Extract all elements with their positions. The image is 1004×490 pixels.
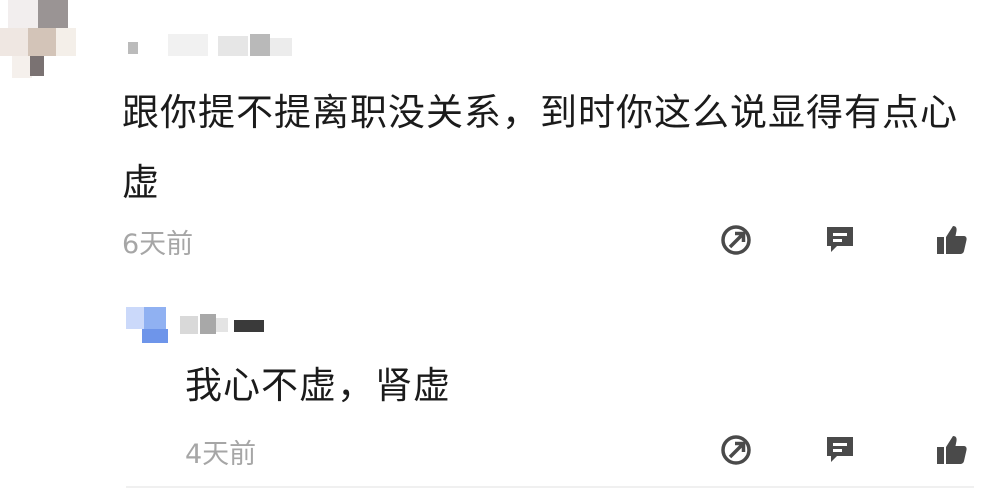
share-icon <box>721 435 751 465</box>
share-icon <box>721 225 751 255</box>
reply-time: 4天前 <box>185 439 257 470</box>
divider <box>126 486 974 488</box>
thumbs-up-icon <box>937 226 967 254</box>
comment-time: 6天前 <box>122 229 194 260</box>
comment-icon <box>827 437 853 462</box>
reply-avatar[interactable] <box>126 303 174 343</box>
share-button[interactable] <box>716 220 756 260</box>
reply-text: 我心不虚，肾虚 <box>185 364 451 407</box>
avatar[interactable] <box>0 0 78 78</box>
reply-reply-button[interactable] <box>820 430 860 470</box>
thumbs-up-icon <box>937 436 967 464</box>
reply-username[interactable] <box>180 308 280 338</box>
like-button[interactable] <box>932 220 972 260</box>
reply-share-button[interactable] <box>716 430 756 470</box>
username[interactable] <box>128 30 298 60</box>
reply-like-button[interactable] <box>932 430 972 470</box>
comment-text: 跟你提不提离职没关系，到时你这么说显得有点心虚 <box>122 91 958 204</box>
comment-icon <box>827 227 853 252</box>
reply-button[interactable] <box>820 220 860 260</box>
